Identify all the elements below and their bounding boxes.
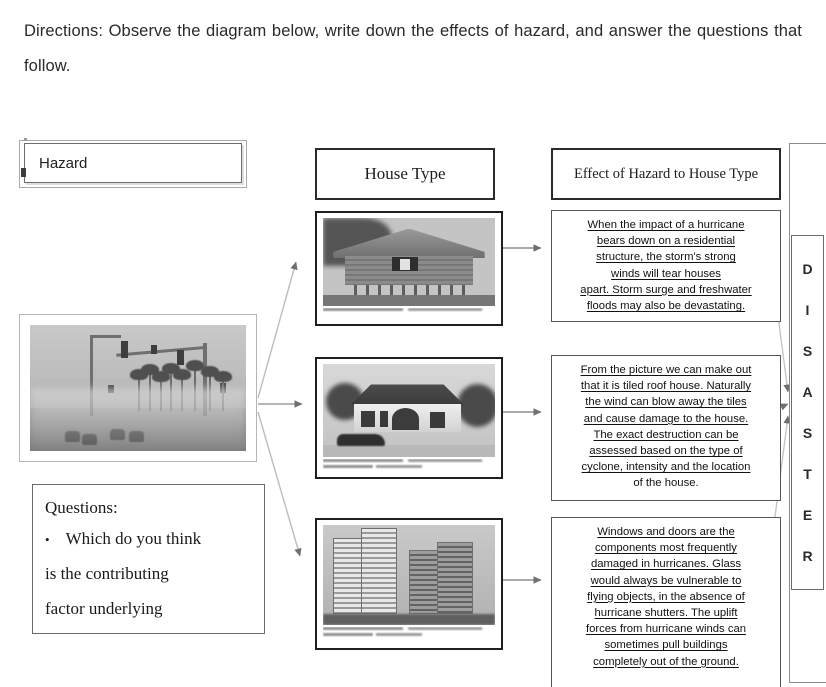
effect-line: winds will tear houses [611,267,721,280]
effect-line: bears down on a residential [596,235,736,248]
bungalow-arched-entry [391,407,420,431]
parked-car [336,433,385,446]
storm-rain-haze [30,388,246,451]
question-line-3: factor underlying [45,599,163,618]
effect-line: structure, the storm's strong [596,251,736,264]
condo-tower-2 [360,528,398,614]
hazard-header-label: Hazard [39,154,88,172]
disaster-box: D I S A S T E R [791,235,824,590]
disaster-letter: D [802,261,813,277]
hazard-photo-frame [19,314,257,462]
questions-box: Questions: • Which do you think is the c… [32,484,265,634]
effect-header-box: Effect of Hazard to House Type [551,148,781,200]
bungalow-tree-right [457,384,495,428]
disaster-letter: T [803,466,812,482]
effect-line: and cause damage to the house. [583,412,749,425]
effect-line: When the impact of a hurricane [587,219,745,231]
caption-illegible-line [323,633,430,636]
disaster-letter: A [802,384,813,400]
hazard-photo-storm [30,325,246,451]
house-photo-frame-3 [315,518,503,650]
house-photo-frame-1 [315,211,503,326]
caption-illegible-line [323,627,495,630]
directions-paragraph: Directions: Observe the diagram below, w… [24,22,802,75]
effect-line: The exact destruction can be [593,428,739,441]
house-type-header-box: House Type [315,148,495,200]
traffic-light-3 [176,350,184,366]
effect-header-label: Effect of Hazard to House Type [573,165,759,182]
disaster-letter: S [802,425,813,441]
bungalow-window-left [360,410,375,428]
house-photo-caption-1 [323,308,495,320]
hazard-box-corner-tick [24,138,27,141]
bungalow-street [323,444,495,457]
questions-title: Questions: [45,498,118,517]
hazard-header-box[interactable]: Hazard [24,143,242,183]
disaster-letter: R [802,548,813,564]
effect-line: that it is tiled roof house. Naturally [580,380,752,393]
effect-line: the wind can blow away the tiles [585,396,747,409]
bullet-icon: • [45,532,50,547]
condo-ground [323,614,495,625]
bungalow-window-mid [379,410,389,428]
condo-tower-4 [436,542,473,614]
question-bullet-item: • Which do you think [45,523,254,556]
caption-illegible-line [323,459,495,462]
question-bullet-text: Which do you think [65,529,202,548]
effect-line: cyclone, intensity and the location [581,461,751,474]
caption-illegible-line [323,465,430,468]
effect-line: would always be vulnerable to [590,574,742,587]
effect-line: assessed based on the type of [589,445,743,458]
house-photo-nipa-hut [323,218,495,306]
house-photo-condominium [323,525,495,625]
traffic-light-2 [150,345,157,355]
effect-line: flying objects, in the absence of [587,590,745,603]
effect-text-box-1: When the impact of a hurricane bears dow… [551,210,781,322]
effect-line: apart. Storm surge and freshwater [580,283,752,296]
effect-line: damaged in hurricanes. Glass [590,558,742,571]
house-photo-bungalow [323,364,495,457]
effect-line: hurricane shutters. The uplift [594,607,738,620]
disaster-letter: E [802,507,813,523]
effect-line: From the picture we can make out [580,364,752,376]
hazard-box-selection-handle[interactable] [21,168,26,177]
effect-line: sometimes pull buildings [604,639,728,652]
disaster-letter: S [802,343,813,359]
effect-line: forces from hurricane winds can [585,623,747,636]
caption-illegible-line [323,308,495,311]
bungalow-window-right [429,412,446,429]
traffic-light-1 [120,341,128,359]
streetlight-arm-left [90,335,121,339]
house-photo-caption-3 [323,627,495,645]
disaster-letter: I [805,302,810,318]
effect-line: completely out of the ground. [593,655,739,668]
effect-line: of the house. [633,477,699,490]
house-photo-frame-2 [315,357,503,479]
effect-line: components most frequently [595,542,737,555]
effect-text-box-2: From the picture we can make out that it… [551,355,781,501]
hut-window [391,256,418,271]
effect-text-box-3: Windows and doors are the components mos… [551,517,781,687]
house-type-header-label: House Type [364,164,446,183]
effect-line: floods may also be devastating. [586,300,746,313]
house-photo-caption-2 [323,459,495,475]
question-line-2: is the contributing [45,564,169,583]
hut-ground [323,295,495,306]
effect-line: Windows and doors are the [597,526,735,538]
